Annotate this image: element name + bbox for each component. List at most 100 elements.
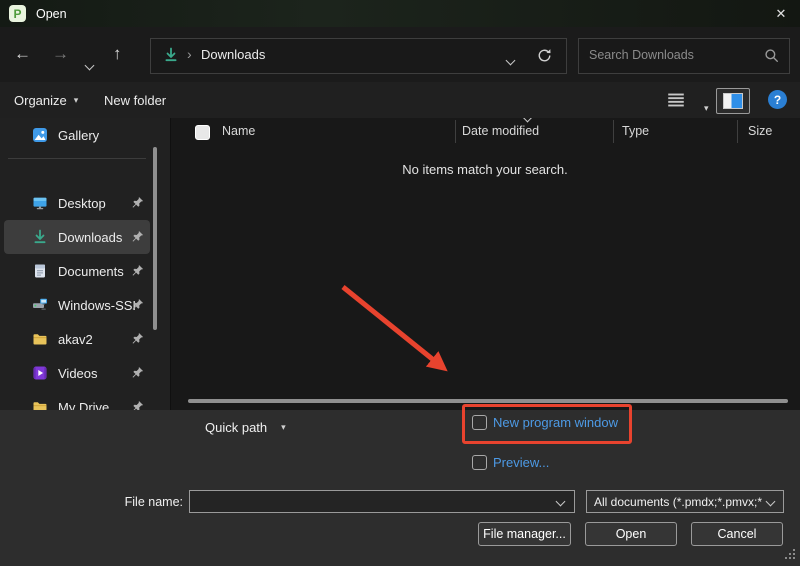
sidebar-separator xyxy=(8,158,146,159)
select-all-checkbox[interactable] xyxy=(195,125,210,140)
title-bar: P Open ✕ xyxy=(0,0,800,27)
search-icon[interactable] xyxy=(764,48,779,66)
sidebar-item-desktop[interactable]: Desktop xyxy=(4,186,150,220)
chevron-down-icon: ▾ xyxy=(74,95,79,106)
column-header-name[interactable]: Name xyxy=(222,124,255,138)
folder-icon xyxy=(32,331,48,347)
chevron-down-icon: ▾ xyxy=(704,103,709,113)
sidebar-item-akav2[interactable]: akav2 xyxy=(4,322,150,356)
command-bar: Organize ▾ New folder ▾ ? xyxy=(0,82,800,118)
forward-button[interactable]: → xyxy=(52,41,69,67)
videos-icon xyxy=(32,365,48,381)
sidebar-item-label: Desktop xyxy=(58,196,106,211)
preview-checkbox[interactable] xyxy=(472,455,487,470)
new-program-window-option[interactable]: New program window xyxy=(472,415,618,430)
new-program-window-checkbox[interactable] xyxy=(472,415,487,430)
preview-pane-toggle[interactable] xyxy=(716,88,750,114)
sidebar-item-label: Documents xyxy=(58,264,124,279)
chevron-down-icon xyxy=(85,61,95,71)
downloads-icon xyxy=(32,229,48,245)
sidebar-item-videos[interactable]: Videos xyxy=(4,356,150,390)
quick-path-button[interactable]: Quick path ▾ xyxy=(205,416,286,438)
gallery-icon xyxy=(32,127,48,143)
horizontal-scrollbar[interactable] xyxy=(188,399,788,403)
downloads-icon xyxy=(163,47,179,66)
recent-locations-button[interactable] xyxy=(86,51,93,77)
file-name-input[interactable] xyxy=(189,490,575,513)
view-mode-dropdown[interactable]: ▾ xyxy=(697,99,709,114)
file-name-label: File name: xyxy=(100,495,183,509)
sidebar-item-downloads[interactable]: Downloads xyxy=(4,220,150,254)
breadcrumb-chevron-icon: › xyxy=(187,46,192,62)
sidebar-item-label: Downloads xyxy=(58,230,122,245)
column-divider[interactable] xyxy=(737,120,738,143)
pin-icon xyxy=(131,196,144,212)
new-program-window-label: New program window xyxy=(493,415,618,430)
details-view-icon xyxy=(666,91,686,109)
search-box xyxy=(578,38,790,74)
quick-path-label: Quick path xyxy=(205,420,267,435)
column-divider[interactable] xyxy=(455,120,456,143)
sidebar-item-gallery[interactable]: Gallery xyxy=(4,118,150,152)
column-header-type[interactable]: Type xyxy=(622,124,649,138)
search-input[interactable] xyxy=(579,39,767,71)
organize-button[interactable]: Organize ▾ xyxy=(14,87,78,113)
help-button[interactable]: ? xyxy=(768,90,787,109)
refresh-icon xyxy=(537,48,552,63)
folder-icon xyxy=(32,399,48,410)
column-divider[interactable] xyxy=(613,120,614,143)
window-title: Open xyxy=(36,7,67,21)
sidebar-item-label: My Drive xyxy=(58,400,109,411)
chevron-down-icon: ▾ xyxy=(281,422,286,433)
sidebar-item-label: Videos xyxy=(58,366,98,381)
chevron-down-icon xyxy=(506,56,516,66)
file-browser: Gallery Desktop Downloads xyxy=(0,118,800,410)
new-folder-button[interactable]: New folder xyxy=(104,87,166,113)
file-manager-label: File manager... xyxy=(483,527,566,541)
up-button[interactable]: ↑ xyxy=(113,41,122,67)
new-folder-label: New folder xyxy=(104,93,166,108)
resize-grip[interactable] xyxy=(784,548,796,563)
navigation-bar: ← → ↑ › Downloads xyxy=(0,27,800,82)
preview-option[interactable]: Preview... xyxy=(472,455,549,470)
pin-icon xyxy=(131,332,144,348)
cancel-button[interactable]: Cancel xyxy=(691,522,783,546)
back-button[interactable]: ← xyxy=(14,41,31,67)
refresh-button[interactable] xyxy=(537,48,552,66)
open-button[interactable]: Open xyxy=(585,522,677,546)
address-bar[interactable]: › Downloads xyxy=(150,38,567,74)
sidebar-item-documents[interactable]: Documents xyxy=(4,254,150,288)
close-button[interactable]: ✕ xyxy=(762,0,800,27)
empty-list-message: No items match your search. xyxy=(285,162,685,177)
sidebar-item-windows-ssi[interactable]: Windows-SSI xyxy=(4,288,150,322)
column-header-date-modified[interactable]: Date modified xyxy=(462,124,539,138)
preview-pane-icon xyxy=(723,93,743,109)
pin-icon xyxy=(131,400,144,410)
file-manager-button[interactable]: File manager... xyxy=(478,522,571,546)
dialog-footer: Quick path ▾ New program window Preview.… xyxy=(0,410,800,566)
sort-indicator-icon xyxy=(523,118,533,122)
sidebar-item-my-drive[interactable]: My Drive xyxy=(4,390,150,410)
open-label: Open xyxy=(616,527,647,541)
preview-label: Preview... xyxy=(493,455,549,470)
sidebar-item-label: Gallery xyxy=(58,128,99,143)
close-icon: ✕ xyxy=(776,6,787,22)
network-drive-icon xyxy=(32,297,48,313)
file-type-value: All documents (*.pmdx;*.pmvx;* xyxy=(594,495,762,509)
address-dropdown-button[interactable] xyxy=(507,52,514,67)
pin-icon xyxy=(131,366,144,382)
organize-label: Organize xyxy=(14,93,67,108)
pin-icon xyxy=(131,298,144,314)
sidebar: Gallery Desktop Downloads xyxy=(0,118,171,410)
column-header-size[interactable]: Size xyxy=(748,124,772,138)
app-icon: P xyxy=(9,5,26,22)
documents-icon xyxy=(32,263,48,279)
breadcrumb-location[interactable]: Downloads xyxy=(201,47,265,62)
file-type-select[interactable]: All documents (*.pmdx;*.pmvx;* xyxy=(586,490,784,513)
sidebar-scrollbar[interactable] xyxy=(153,147,157,330)
cancel-label: Cancel xyxy=(718,527,757,541)
view-mode-button[interactable] xyxy=(666,91,686,112)
desktop-icon xyxy=(32,195,48,211)
sidebar-item-label: Windows-SSI xyxy=(58,298,136,313)
sidebar-item-label: akav2 xyxy=(58,332,93,347)
